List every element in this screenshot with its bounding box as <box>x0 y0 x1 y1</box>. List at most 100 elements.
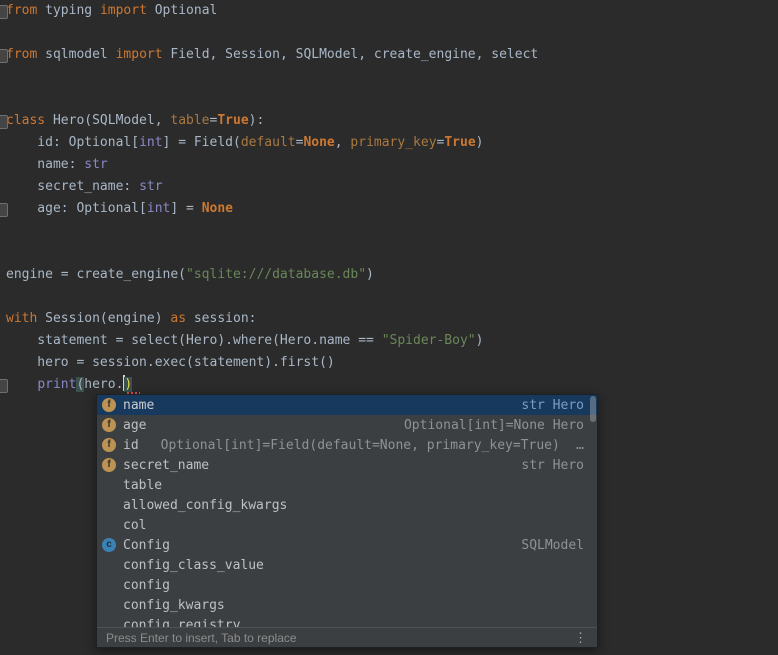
code-token: None <box>202 201 233 216</box>
gutter-icon-fragment[interactable] <box>0 49 8 63</box>
code-line: name: str <box>6 154 778 176</box>
code-token: ) <box>366 267 374 282</box>
code-token: as <box>170 311 186 326</box>
code-token: typing <box>37 3 100 18</box>
code-line: with Session(engine) as session: <box>6 308 778 330</box>
gutter-icon-fragment[interactable] <box>0 115 8 129</box>
completion-item-secret_name[interactable]: fsecret_namestr Hero <box>97 455 597 475</box>
code-token: id: Optional[ <box>6 135 139 150</box>
code-token: name: <box>6 157 84 172</box>
code-line: statement = select(Hero).where(Hero.name… <box>6 330 778 352</box>
code-token: , <box>335 135 351 150</box>
code-token: from <box>6 47 37 62</box>
completion-list: fnamestr HerofageOptional[int]=None Hero… <box>97 395 597 627</box>
code-line <box>6 22 778 44</box>
code-token: table <box>170 113 209 128</box>
code-token: "sqlite:///database.db" <box>186 267 366 282</box>
completion-item-id[interactable]: fidOptional[int]=Field(default=None, pri… <box>97 435 597 455</box>
code-line <box>6 220 778 242</box>
ide-editor-window: { "app": { "kind": "python-code-editor-w… <box>0 0 778 655</box>
completion-item-signature: Optional[int]=Field(default=None, primar… <box>161 438 560 453</box>
code-token: class <box>6 113 45 128</box>
code-token: sqlmodel <box>37 47 115 62</box>
completion-item-config_class_value[interactable]: config_class_value <box>97 555 597 575</box>
code-token: engine = create_engine( <box>6 267 186 282</box>
completion-item-col[interactable]: col <box>97 515 597 535</box>
code-token: ] = Field( <box>163 135 241 150</box>
code-line: hero = session.exec(statement).first() <box>6 352 778 374</box>
gutter-icon-fragment[interactable] <box>0 5 8 19</box>
completion-item-type: str Hero <box>521 398 584 413</box>
code-token: hero. <box>84 377 123 392</box>
code-line <box>6 286 778 308</box>
completion-item-label: config <box>123 578 170 593</box>
code-token: hero = session.exec(statement).first() <box>6 355 335 370</box>
code-token: with <box>6 311 37 326</box>
code-token: int <box>139 135 162 150</box>
no-icon-placeholder <box>102 478 116 492</box>
completion-item-Config[interactable]: cConfigSQLModel <box>97 535 597 555</box>
completion-item-label: table <box>123 478 162 493</box>
code-token: int <box>147 201 170 216</box>
completion-item-label: config_kwargs <box>123 598 225 613</box>
completion-item-label: allowed_config_kwargs <box>123 498 287 513</box>
code-token: True <box>217 113 248 128</box>
code-token <box>6 377 37 392</box>
popup-scrollbar-thumb[interactable] <box>590 396 596 422</box>
no-icon-placeholder <box>102 578 116 592</box>
code-line: class Hero(SQLModel, table=True): <box>6 110 778 132</box>
completion-item-config[interactable]: config <box>97 575 597 595</box>
code-token: "Spider-Boy" <box>382 333 476 348</box>
completion-item-name[interactable]: fnamestr Hero <box>97 395 597 415</box>
code-token: import <box>100 3 147 18</box>
code-token: ] = <box>170 201 201 216</box>
code-token: Session(engine) <box>37 311 170 326</box>
completion-item-type: str Hero <box>521 458 584 473</box>
code-token: ) <box>476 333 484 348</box>
code-line: age: Optional[int] = None <box>6 198 778 220</box>
completion-item-age[interactable]: fageOptional[int]=None Hero <box>97 415 597 435</box>
code-line <box>6 88 778 110</box>
more-options-icon[interactable]: ⋮ <box>570 631 591 644</box>
completion-item-label: config_registry <box>123 618 240 628</box>
completion-item-table[interactable]: table <box>97 475 597 495</box>
completion-item-label: age <box>123 418 146 433</box>
completion-item-label: config_class_value <box>123 558 264 573</box>
code-token: print <box>37 377 76 392</box>
no-icon-placeholder <box>102 558 116 572</box>
completion-item-label: col <box>123 518 146 533</box>
autocomplete-popup: fnamestr HerofageOptional[int]=None Hero… <box>96 394 598 648</box>
completion-item-config_kwargs[interactable]: config_kwargs <box>97 595 597 615</box>
code-line: engine = create_engine("sqlite:///databa… <box>6 264 778 286</box>
code-token: Optional <box>147 3 217 18</box>
completion-item-allowed_config_kwargs[interactable]: allowed_config_kwargs <box>97 495 597 515</box>
completion-item-type: Optional[int]=None Hero <box>404 418 584 433</box>
code-token: default <box>241 135 296 150</box>
code-line: from sqlmodel import Field, Session, SQL… <box>6 44 778 66</box>
code-line <box>6 242 778 264</box>
completion-item-label: secret_name <box>123 458 209 473</box>
gutter-icon-fragment[interactable] <box>0 203 8 217</box>
completion-footer: Press Enter to insert, Tab to replace ⋮ <box>97 627 597 647</box>
field-icon: f <box>102 438 116 452</box>
code-line <box>6 66 778 88</box>
field-icon: f <box>102 398 116 412</box>
completion-item-type: … <box>576 438 584 453</box>
code-token: secret_name: <box>6 179 139 194</box>
no-icon-placeholder <box>102 518 116 532</box>
code-token: None <box>303 135 334 150</box>
code-line: from typing import Optional <box>6 0 778 22</box>
code-area: from typing import Optionalfrom sqlmodel… <box>6 0 778 396</box>
no-icon-placeholder <box>102 498 116 512</box>
code-token: Field, Session, SQLModel, create_engine,… <box>163 47 539 62</box>
completion-item-type: SQLModel <box>521 538 584 553</box>
code-token: import <box>116 47 163 62</box>
completion-hint-text: Press Enter to insert, Tab to replace <box>106 631 297 645</box>
code-token: primary_key <box>350 135 436 150</box>
class-icon: c <box>102 538 116 552</box>
code-token: Hero(SQLModel, <box>45 113 170 128</box>
completion-item-config_registry[interactable]: config_registry <box>97 615 597 627</box>
code-line: secret_name: str <box>6 176 778 198</box>
code-token: from <box>6 3 37 18</box>
gutter-icon-fragment[interactable] <box>0 379 8 393</box>
